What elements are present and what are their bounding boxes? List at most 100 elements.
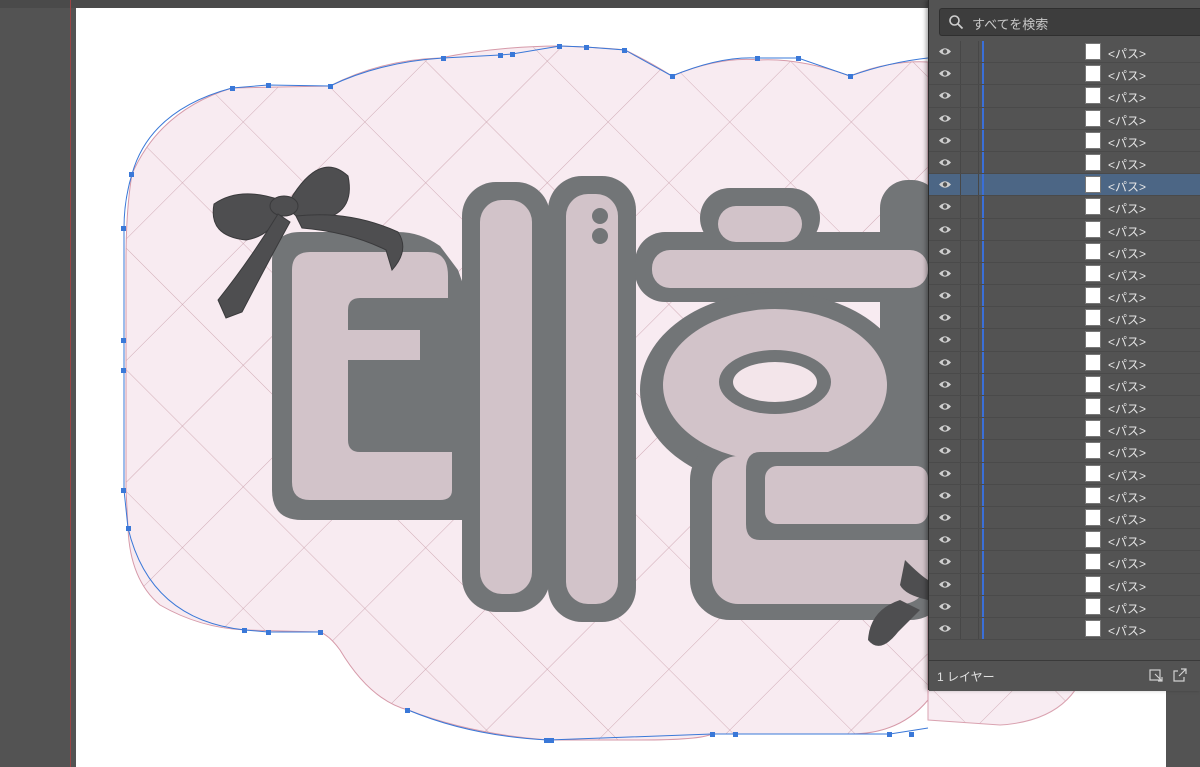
export-icon[interactable] xyxy=(1173,668,1187,682)
eye-icon[interactable] xyxy=(938,601,952,612)
lock-column[interactable] xyxy=(960,174,961,196)
collect-for-export-icon[interactable] xyxy=(1149,668,1163,682)
layer-row[interactable]: <パス> xyxy=(929,418,1200,441)
layer-name[interactable]: <パス> xyxy=(1108,356,1146,373)
layer-name[interactable]: <パス> xyxy=(1108,600,1146,617)
eye-icon[interactable] xyxy=(938,357,952,368)
eye-icon[interactable] xyxy=(938,135,952,146)
lock-column[interactable] xyxy=(960,85,961,107)
layer-row[interactable]: <パス> xyxy=(929,262,1200,286)
lock-column[interactable] xyxy=(960,307,961,329)
lock-column[interactable] xyxy=(960,462,961,484)
layer-name[interactable]: <パス> xyxy=(1108,112,1146,129)
layer-row[interactable]: <パス> xyxy=(929,285,1200,308)
layer-name[interactable]: <パス> xyxy=(1108,467,1146,484)
eye-icon[interactable] xyxy=(938,157,952,168)
eye-icon[interactable] xyxy=(938,268,952,279)
layer-name[interactable]: <パス> xyxy=(1108,533,1146,550)
layer-name[interactable]: <パス> xyxy=(1108,45,1146,62)
eye-icon[interactable] xyxy=(938,379,952,390)
lock-column[interactable] xyxy=(960,573,961,595)
lock-column[interactable] xyxy=(960,617,961,640)
lock-column[interactable] xyxy=(960,373,961,395)
layer-name[interactable]: <パス> xyxy=(1108,578,1146,595)
layer-row[interactable]: <パス> xyxy=(929,529,1200,552)
lock-column[interactable] xyxy=(960,63,961,85)
layer-name[interactable]: <パス> xyxy=(1108,67,1146,84)
eye-icon[interactable] xyxy=(938,90,952,101)
layer-row[interactable]: <パス> xyxy=(929,218,1200,241)
lock-column[interactable] xyxy=(960,196,961,218)
layer-row[interactable]: <パス> xyxy=(929,351,1200,374)
layer-row[interactable]: <パス> xyxy=(929,573,1200,596)
lock-column[interactable] xyxy=(960,262,961,285)
eye-icon[interactable] xyxy=(938,512,952,523)
layer-row[interactable]: <パス> xyxy=(929,307,1200,330)
eye-icon[interactable] xyxy=(938,224,952,235)
layer-name[interactable]: <パス> xyxy=(1108,245,1146,262)
lock-column[interactable] xyxy=(960,151,961,174)
eye-icon[interactable] xyxy=(938,468,952,479)
eye-icon[interactable] xyxy=(938,113,952,124)
lock-column[interactable] xyxy=(960,129,961,151)
layer-name[interactable]: <パス> xyxy=(1108,156,1146,173)
eye-icon[interactable] xyxy=(938,401,952,412)
layer-row[interactable]: <パス> xyxy=(929,373,1200,396)
lock-column[interactable] xyxy=(960,595,961,617)
layer-list[interactable]: <パス> <パス> <パス> <パス> <パス> <パス> <パス> <パス> <パス> <パス>… xyxy=(929,41,1200,641)
eye-icon[interactable] xyxy=(938,312,952,323)
eye-icon[interactable] xyxy=(938,179,952,190)
lock-column[interactable] xyxy=(960,440,961,462)
lock-column[interactable] xyxy=(960,418,961,440)
eye-icon[interactable] xyxy=(938,534,952,545)
layer-name[interactable]: <パス> xyxy=(1108,200,1146,217)
eye-icon[interactable] xyxy=(938,68,952,79)
eye-icon[interactable] xyxy=(938,579,952,590)
layer-name[interactable]: <パス> xyxy=(1108,311,1146,328)
layer-name[interactable]: <パス> xyxy=(1108,444,1146,461)
layer-name[interactable]: <パス> xyxy=(1108,178,1146,195)
layer-row[interactable]: <パス> xyxy=(929,85,1200,108)
lock-column[interactable] xyxy=(960,107,961,129)
layer-name[interactable]: <パス> xyxy=(1108,378,1146,395)
layer-row[interactable]: <パス> xyxy=(929,484,1200,507)
layer-name[interactable]: <パス> xyxy=(1108,622,1146,639)
layer-row[interactable]: <パス> xyxy=(929,63,1200,86)
eye-icon[interactable] xyxy=(938,423,952,434)
layer-name[interactable]: <パス> xyxy=(1108,333,1146,350)
layer-name[interactable]: <パス> xyxy=(1108,511,1146,528)
lock-column[interactable] xyxy=(960,506,961,529)
layer-row[interactable]: <パス> xyxy=(929,617,1200,641)
eye-icon[interactable] xyxy=(938,556,952,567)
layer-row[interactable]: <パス> xyxy=(929,107,1200,130)
lock-column[interactable] xyxy=(960,41,961,63)
layer-name[interactable]: <パス> xyxy=(1108,555,1146,572)
layer-name[interactable]: <パス> xyxy=(1108,400,1146,417)
layer-name[interactable]: <パス> xyxy=(1108,89,1146,106)
eye-icon[interactable] xyxy=(938,46,952,57)
layer-row[interactable]: <パス> xyxy=(929,595,1200,618)
lock-column[interactable] xyxy=(960,396,961,418)
eye-icon[interactable] xyxy=(938,334,952,345)
layer-row[interactable]: <パス> xyxy=(929,396,1200,419)
layer-row[interactable]: <パス> xyxy=(929,240,1200,263)
eye-icon[interactable] xyxy=(938,246,952,257)
layer-row[interactable]: <パス> xyxy=(929,151,1200,175)
lock-column[interactable] xyxy=(960,351,961,373)
layer-row[interactable]: <パス> xyxy=(929,440,1200,463)
lock-column[interactable] xyxy=(960,551,961,573)
layer-name[interactable]: <パス> xyxy=(1108,134,1146,151)
layer-row[interactable]: <パス> xyxy=(929,329,1200,352)
lock-column[interactable] xyxy=(960,329,961,351)
layer-row[interactable]: <パス> xyxy=(929,41,1200,64)
layer-name[interactable]: <パス> xyxy=(1108,489,1146,506)
layer-name[interactable]: <パス> xyxy=(1108,223,1146,240)
eye-icon[interactable] xyxy=(938,490,952,501)
eye-icon[interactable] xyxy=(938,201,952,212)
layer-row[interactable]: <パス> xyxy=(929,196,1200,219)
eye-icon[interactable] xyxy=(938,445,952,456)
eye-icon[interactable] xyxy=(938,623,952,634)
layer-name[interactable]: <パス> xyxy=(1108,267,1146,284)
lock-column[interactable] xyxy=(960,484,961,506)
lock-column[interactable] xyxy=(960,529,961,551)
